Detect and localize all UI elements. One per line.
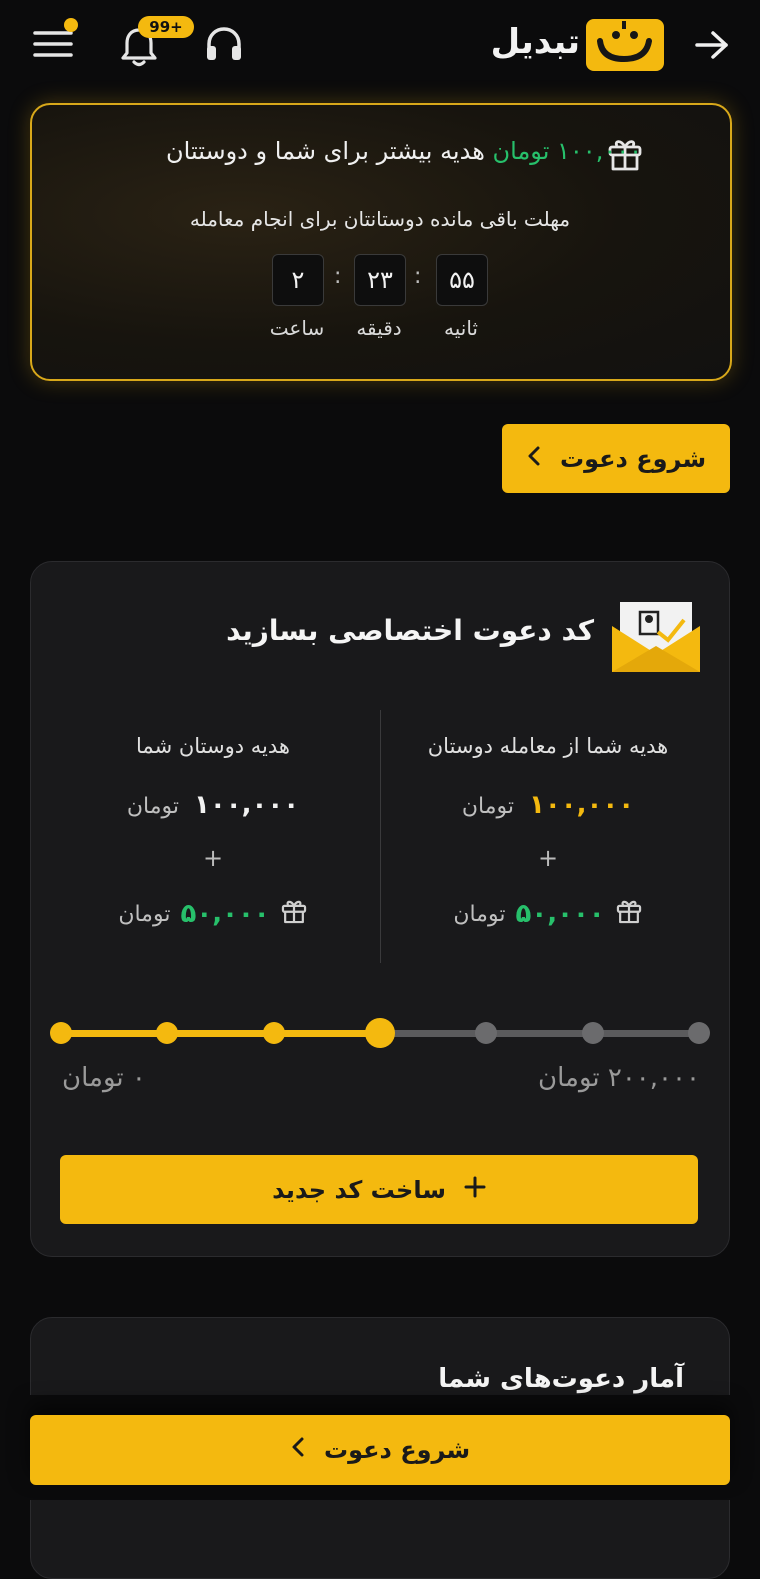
menu-alert-dot xyxy=(64,18,78,32)
sticky-start-invite-button[interactable]: شروع دعوت xyxy=(30,1415,730,1485)
notification-badge: 99+ xyxy=(138,16,194,38)
column-divider xyxy=(380,710,381,963)
invite-code-title: کد دعوت اختصاصی بسازید xyxy=(226,614,594,647)
create-code-label: ساخت کد جدید xyxy=(272,1175,446,1204)
sticky-start-invite-label: شروع دعوت xyxy=(323,1436,471,1464)
your-bonus-value: ۵۰,۰۰۰ xyxy=(515,899,605,929)
your-bonus-gift: ۵۰,۰۰۰ تومان xyxy=(398,897,698,931)
gift-icon xyxy=(615,897,643,931)
timer-separator: : xyxy=(414,264,422,289)
slider-thumb[interactable] xyxy=(365,1018,395,1048)
slider-step-dot[interactable] xyxy=(50,1022,72,1044)
plus-sign: + xyxy=(537,844,559,872)
chevron-left-icon xyxy=(290,1436,306,1464)
your-gift-unit: تومان xyxy=(461,794,515,819)
your-gift-label: هدیه شما از معامله دوستان xyxy=(427,734,669,758)
friends-gift-label: هدیه دوستان شما xyxy=(136,734,290,758)
slider-step-dot[interactable] xyxy=(581,1022,604,1044)
promo-title: ۱۰۰,۰۰۰ تومان هدیه بیشتر برای شما و دوست… xyxy=(166,137,642,165)
slider-track-filled xyxy=(61,1030,380,1037)
friends-gift-unit: تومان xyxy=(126,794,180,819)
plus-sign: + xyxy=(202,844,224,872)
brand-name: تبدیل xyxy=(490,22,580,62)
gift-icon xyxy=(280,897,308,931)
slider-step-dot[interactable] xyxy=(688,1022,710,1044)
promo-subtitle: مهلت باقی مانده دوستانتان برای انجام معا… xyxy=(189,207,571,231)
timer-seconds: ۵۵ xyxy=(436,254,488,306)
start-invite-button[interactable]: شروع دعوت xyxy=(502,424,730,493)
timer-hours: ۲ xyxy=(272,254,324,306)
timer-minutes-label: دقیقه xyxy=(356,316,402,340)
timer-minutes: ۲۳ xyxy=(354,254,406,306)
promo-title-text: هدیه بیشتر برای شما و دوستتان xyxy=(166,137,485,165)
timer-seconds-label: ثانیه xyxy=(444,316,478,340)
envelope-icon xyxy=(612,598,700,676)
brand-logo xyxy=(586,19,664,71)
slider-track-empty xyxy=(380,1030,699,1037)
slider-min-label: ۰ تومان xyxy=(62,1063,146,1093)
plus-icon xyxy=(464,1176,486,1204)
promo-amount: ۱۰۰,۰۰۰ تومان xyxy=(492,137,642,165)
friends-bonus-gift: ۵۰,۰۰۰ تومان xyxy=(63,897,363,931)
start-invite-label: شروع دعوت xyxy=(559,444,707,473)
friends-gift-amount: ۱۰۰,۰۰۰ تومان xyxy=(63,790,363,820)
slider-max-label: ۲۰۰,۰۰۰ تومان xyxy=(538,1063,700,1093)
chevron-left-icon xyxy=(526,445,542,473)
headset-icon[interactable] xyxy=(202,23,246,67)
friends-bonus-unit: تومان xyxy=(118,901,171,927)
slider-step-dot[interactable] xyxy=(262,1022,285,1044)
timer-separator: : xyxy=(334,264,342,289)
friends-gift-value: ۱۰۰,۰۰۰ xyxy=(194,790,300,820)
menu-icon[interactable] xyxy=(32,28,74,60)
create-code-button[interactable]: ساخت کد جدید xyxy=(60,1155,698,1224)
timer-hours-label: ساعت xyxy=(269,316,325,340)
your-gift-amount: ۱۰۰,۰۰۰ تومان xyxy=(398,790,698,820)
your-gift-value: ۱۰۰,۰۰۰ xyxy=(529,790,635,820)
friends-bonus-value: ۵۰,۰۰۰ xyxy=(180,899,270,929)
your-bonus-unit: تومان xyxy=(453,901,506,927)
stats-title: آمار دعوت‌های شما xyxy=(438,1364,684,1394)
back-arrow-icon[interactable] xyxy=(692,28,732,62)
